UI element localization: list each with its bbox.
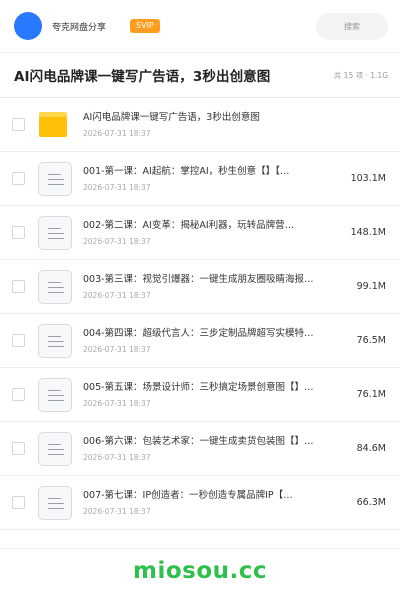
row-checkbox[interactable] (12, 172, 25, 185)
document-icon (38, 485, 72, 520)
folder-meta: 共 15 项 · 1.1G (333, 70, 388, 80)
file-date: 2026-07-31 18:37 (83, 344, 151, 354)
file-date: 2026-07-31 18:37 (83, 506, 151, 516)
watermark: miosou.cc (132, 558, 268, 584)
document-icon (38, 431, 72, 466)
file-date: 2026-07-31 18:37 (83, 182, 151, 192)
search-placeholder: 搜索 (344, 21, 360, 31)
row-checkbox[interactable] (12, 118, 25, 131)
file-info: 001-第一课：AI起航：掌控AI，秒生创意【】【… 2026-07-31 18:… (83, 165, 343, 193)
file-name[interactable]: 004-第四课：超级代言人：三步定制品牌超写实模特… (83, 327, 349, 340)
row-checkbox[interactable] (12, 496, 25, 509)
file-row[interactable]: 005-第五课：场景设计师：三秒搞定场景创意图【】… 2026-07-31 18:… (0, 368, 400, 422)
file-size: 76.1M (356, 389, 386, 400)
document-icon (38, 269, 72, 304)
file-name[interactable]: 007-第七课：IP创造者：一秒创造专属品牌IP【… (83, 489, 349, 502)
file-date: 2026-07-31 18:37 (83, 452, 151, 462)
row-checkbox[interactable] (12, 388, 25, 401)
file-name[interactable]: 003-第三课：视觉引爆器：一键生成朋友圈吸睛海报… (83, 273, 349, 286)
file-row[interactable]: 003-第三课：视觉引爆器：一键生成朋友圈吸睛海报… 2026-07-31 18:… (0, 260, 400, 314)
file-row[interactable]: 007-第七课：IP创造者：一秒创造专属品牌IP【… 2026-07-31 18:… (0, 476, 400, 530)
document-icon (38, 377, 72, 412)
folder-icon (38, 108, 72, 142)
file-name[interactable]: AI闪电品牌课一键写广告语，3秒出创意图 (83, 111, 386, 124)
file-row[interactable]: 002-第二课：AI变革：揭秘AI利器，玩转品牌营… 2026-07-31 18:… (0, 206, 400, 260)
folder-titlebar: AI闪电品牌课一键写广告语，3秒出创意图 共 15 项 · 1.1G (0, 53, 400, 97)
row-checkbox[interactable] (12, 280, 25, 293)
file-row[interactable]: 004-第四课：超级代言人：三步定制品牌超写实模特… 2026-07-31 18:… (0, 314, 400, 368)
document-icon (38, 161, 72, 196)
svip-badge: SVIP (130, 19, 160, 33)
file-info: 003-第三课：视觉引爆器：一键生成朋友圈吸睛海报… 2026-07-31 18:… (83, 273, 349, 301)
file-name[interactable]: 005-第五课：场景设计师：三秒搞定场景创意图【】… (83, 381, 349, 394)
file-info: AI闪电品牌课一键写广告语，3秒出创意图 2026-07-31 18:37 (83, 111, 386, 139)
file-info: 002-第二课：AI变革：揭秘AI利器，玩转品牌营… 2026-07-31 18:… (83, 219, 343, 247)
document-icon (38, 215, 72, 250)
file-size: 103.1M (350, 173, 386, 184)
file-name[interactable]: 002-第二课：AI变革：揭秘AI利器，玩转品牌营… (83, 219, 343, 232)
file-size: 76.5M (356, 335, 386, 346)
row-checkbox[interactable] (12, 442, 25, 455)
file-size: 148.1M (350, 227, 386, 238)
file-info: 006-第六课：包装艺术家：一键生成卖货包装图【】… 2026-07-31 18:… (83, 435, 349, 463)
file-size: 66.3M (356, 497, 386, 508)
file-size: 84.6M (356, 443, 386, 454)
page-title: AI闪电品牌课一键写广告语，3秒出创意图 (14, 69, 271, 85)
avatar[interactable] (14, 12, 42, 40)
header: 夸克网盘分享 SVIP 搜索 (0, 0, 400, 52)
file-info: 005-第五课：场景设计师：三秒搞定场景创意图【】… 2026-07-31 18:… (83, 381, 349, 409)
file-info: 007-第七课：IP创造者：一秒创造专属品牌IP【… 2026-07-31 18:… (83, 489, 349, 517)
file-name[interactable]: 006-第六课：包装艺术家：一键生成卖货包装图【】… (83, 435, 349, 448)
file-date: 2026-07-31 18:37 (83, 236, 151, 246)
search-input[interactable]: 搜索 (316, 12, 388, 40)
document-icon (38, 323, 72, 358)
file-info: 004-第四课：超级代言人：三步定制品牌超写实模特… 2026-07-31 18:… (83, 327, 349, 355)
file-date: 2026-07-31 18:37 (83, 398, 151, 408)
folder-row[interactable]: AI闪电品牌课一键写广告语，3秒出创意图 2026-07-31 18:37 (0, 98, 400, 152)
file-date: 2026-07-31 18:37 (83, 128, 151, 138)
file-row[interactable]: 006-第六课：包装艺术家：一键生成卖货包装图【】… 2026-07-31 18:… (0, 422, 400, 476)
file-list: AI闪电品牌课一键写广告语，3秒出创意图 2026-07-31 18:37 001-… (0, 98, 400, 530)
file-name[interactable]: 001-第一课：AI起航：掌控AI，秒生创意【】【… (83, 165, 343, 178)
file-size: 99.1M (356, 281, 386, 292)
footer-divider (0, 548, 400, 549)
file-date: 2026-07-31 18:37 (83, 290, 151, 300)
file-row[interactable]: 001-第一课：AI起航：掌控AI，秒生创意【】【… 2026-07-31 18:… (0, 152, 400, 206)
row-checkbox[interactable] (12, 334, 25, 347)
row-checkbox[interactable] (12, 226, 25, 239)
share-name: 夸克网盘分享 (52, 22, 107, 33)
